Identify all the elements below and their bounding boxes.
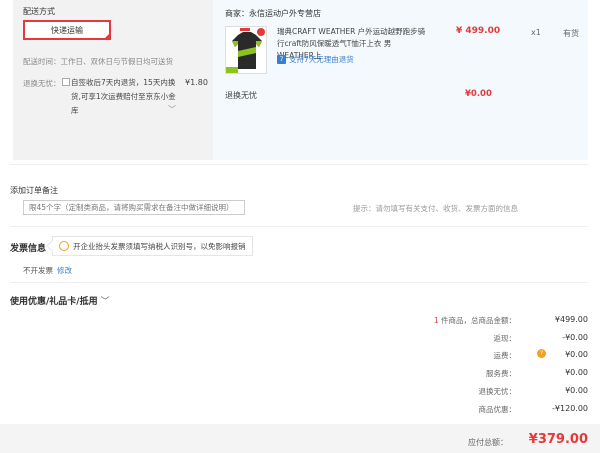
shop-insure-value: ¥0.00 [465, 89, 492, 99]
chevron-down-icon[interactable]: ﹀ [168, 104, 176, 115]
rebate-value: -¥0.00 [562, 333, 588, 342]
info-icon[interactable]: ? [537, 349, 546, 358]
insure-label: 退换无忧： [23, 79, 61, 88]
shipping-method-option[interactable]: 快递运输 [23, 20, 111, 40]
payable-bar [0, 424, 600, 453]
invoice-status: 不开发票 [23, 266, 53, 275]
product-price: ¥ 499.00 [456, 26, 501, 36]
divider [10, 282, 588, 283]
remark-hint: 提示：请勿填写有关支付、收货、发票方面的信息 [353, 204, 518, 213]
jacket-image-icon [226, 27, 266, 73]
shipping-time: 配送时间：工作日、双休日与节假日均可送货 [23, 57, 173, 66]
coupon-label: 使用优惠/礼品卡/抵用 [10, 297, 98, 307]
shipping-panel: 配送方式 快递运输 配送时间：工作日、双休日与节假日均可送货 退换无忧： 自签收… [13, 0, 213, 160]
shipping-method-label: 快递运输 [51, 25, 83, 35]
invoice-status-row: 不开发票 修改 [23, 265, 72, 276]
remark-label: 添加订单备注 [10, 186, 58, 195]
shop-panel: 商家：永信运动户外专营店 瑞典CRAFT WEATHER 户外运动越野跑步骑行c… [213, 0, 588, 160]
service-fee-value: ¥0.00 [565, 368, 588, 377]
invoice-tip-text: 开企业抬头发票须填写纳税人识别号，以免影响报销 [73, 241, 246, 251]
invoice-title: 发票信息 [10, 244, 47, 254]
remark-input[interactable] [23, 200, 245, 215]
product-quantity: x1 [531, 28, 541, 37]
tip-arrow [46, 240, 58, 252]
lightbulb-icon [59, 241, 69, 251]
discount-label: 商品优惠： [478, 405, 517, 414]
insure-checkbox[interactable] [62, 78, 70, 86]
service-fee-label: 服务费： [486, 369, 516, 378]
shipping-fee-value: ¥0.00 [565, 350, 588, 359]
return-badge-icon: 7 [277, 55, 286, 64]
payable-total: ¥379.00 [528, 432, 588, 447]
goods-total: ¥499.00 [554, 315, 588, 324]
shop-name: 商家：永信运动户外专营店 [225, 9, 321, 18]
return-policy-badge: 7 支持7天无理由退货 [277, 54, 354, 65]
divider [10, 164, 588, 165]
shop-insure-label: 退换无忧 [225, 91, 257, 100]
divider [10, 226, 588, 227]
selected-corner-icon [104, 33, 110, 39]
discount-value: -¥120.00 [552, 404, 588, 413]
shipping-fee-label: 运费： [493, 351, 517, 360]
insure-price: ¥1.80 [185, 78, 208, 87]
invoice-tip: 开企业抬头发票须填写纳税人识别号，以免影响报销 [46, 236, 253, 256]
chevron-down-icon: ﹀ [100, 297, 110, 307]
insure-fee-label: 退换无忧： [478, 387, 517, 396]
shipping-title: 配送方式 [23, 7, 55, 16]
insure-fee-value: ¥0.00 [565, 386, 588, 395]
stock-status: 有货 [563, 29, 579, 38]
product-thumbnail[interactable] [225, 26, 267, 74]
return-policy-text: 支持7天无理由退货 [289, 55, 354, 64]
insure-description: 自签收后7天内退货，15天内换货,可享1次运费赔付至京东小金库 [71, 78, 176, 115]
payable-label: 应付总额： [468, 438, 508, 447]
goods-count-label: 1 件商品，总商品金额： [434, 315, 516, 326]
invoice-modify-link[interactable]: 修改 [57, 266, 72, 275]
rebate-label: 返现： [493, 334, 517, 343]
coupon-toggle[interactable]: 使用优惠/礼品卡/抵用 ﹀ [10, 294, 110, 307]
goods-count-text: 件商品，总商品金额： [438, 316, 516, 325]
